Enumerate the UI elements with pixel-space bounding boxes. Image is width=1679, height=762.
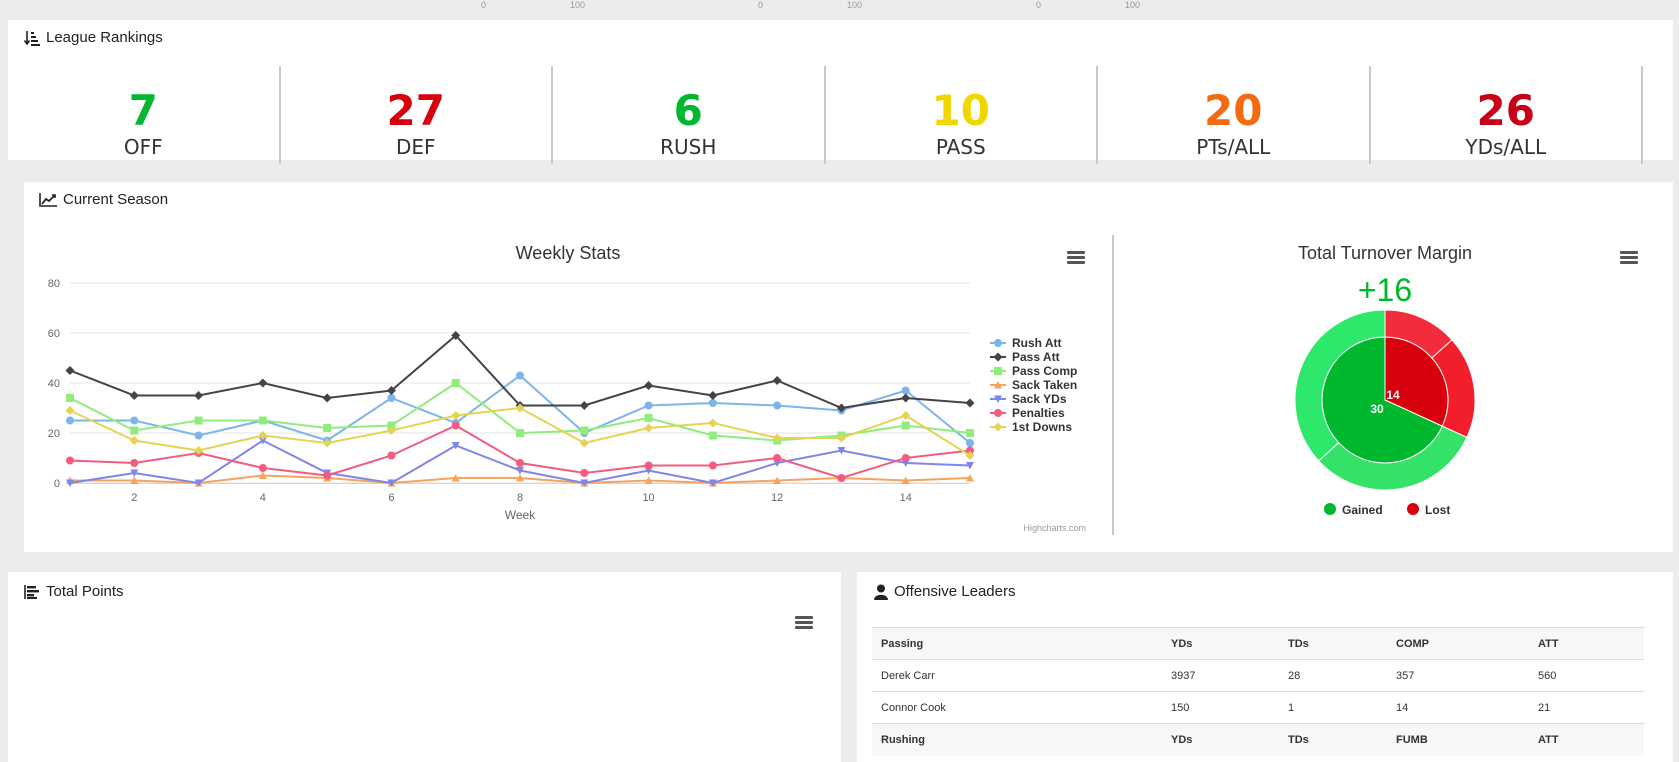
section-divider (1112, 235, 1114, 535)
rank-label: RUSH (660, 135, 717, 159)
table-cell: 357 (1387, 659, 1529, 692)
column-header: ATT (1529, 723, 1644, 756)
column-header: YDs (1162, 627, 1279, 660)
table-row: Connor Cook 150 1 14 21 (872, 691, 1644, 724)
rank-label: DEF (395, 135, 436, 159)
column-header: TDs (1279, 723, 1387, 756)
weekly-chart-menu-button[interactable] (1067, 251, 1085, 265)
current-season-panel: Current Season (24, 182, 1673, 552)
ranking-off: 7 OFF (8, 66, 281, 164)
current-season-heading: Current Season (39, 191, 168, 208)
turnover-chart-menu-button[interactable] (1620, 251, 1638, 265)
player-name: Derek Carr (872, 659, 1162, 692)
rank-value: 10 (931, 86, 990, 135)
column-header: FUMB (1387, 723, 1529, 756)
tick: 0 (481, 0, 487, 10)
tick: 100 (847, 0, 863, 10)
rank-value: 27 (386, 86, 445, 135)
tick: 0 (758, 0, 764, 10)
offensive-leaders-heading: Offensive Leaders (874, 583, 1015, 600)
tick: 100 (1125, 0, 1141, 10)
ranking-pass: 10 PASS (826, 66, 1098, 164)
ranking-yds-all: 26 YDs/ALL (1371, 66, 1643, 164)
table-header-row: Rushing YDs TDs FUMB ATT (872, 723, 1644, 756)
ranking-rush: 6 RUSH (553, 66, 826, 164)
bar-chart-icon (24, 584, 39, 599)
total-points-panel: Total Points (8, 572, 841, 762)
table-cell: 1 (1279, 691, 1387, 724)
rank-label: PTs/ALL (1196, 135, 1271, 159)
table-cell: 28 (1279, 659, 1387, 692)
table-cell: 560 (1529, 659, 1644, 692)
sort-amount-icon (24, 30, 40, 46)
rank-label: OFF (123, 135, 163, 159)
rank-value: 26 (1476, 86, 1535, 135)
rank-value: 20 (1204, 86, 1263, 135)
column-header: YDs (1162, 723, 1279, 756)
column-header: Passing (872, 627, 1162, 660)
table-cell: 14 (1387, 691, 1529, 724)
tick: 0 (1036, 0, 1042, 10)
column-header: ATT (1529, 627, 1644, 660)
panel-title: Offensive Leaders (894, 583, 1016, 600)
column-header: COMP (1387, 627, 1529, 660)
table-cell: 3937 (1162, 659, 1279, 692)
table-cell: 150 (1162, 691, 1279, 724)
table-row: Derek Carr 3937 28 357 560 (872, 659, 1644, 692)
player-name: Connor Cook (872, 691, 1162, 724)
ranking-pts-all: 20 PTs/ALL (1098, 66, 1371, 164)
ranking-def: 27 DEF (281, 66, 553, 164)
rank-value: 7 (128, 86, 158, 135)
panel-title: League Rankings (46, 29, 163, 46)
table-cell: 21 (1529, 691, 1644, 724)
table-header-row: Passing YDs TDs COMP ATT (872, 627, 1644, 660)
rank-value: 6 (673, 86, 703, 135)
rank-label: PASS (935, 135, 986, 159)
panel-title: Total Points (46, 583, 124, 600)
league-rankings-panel: League Rankings 7 OFF 27 DEF 6 RUSH 10 PASS 20 PT… (8, 20, 1673, 164)
tick: 100 (570, 0, 586, 10)
column-header: TDs (1279, 627, 1387, 660)
points-chart-menu-button[interactable] (795, 616, 813, 630)
offensive-leaders-table: Passing YDs TDs COMP ATT Derek Carr 3937… (872, 627, 1644, 756)
rank-label: YDs/ALL (1465, 135, 1547, 159)
total-points-heading: Total Points (24, 583, 124, 600)
user-icon (874, 584, 888, 600)
panel-title: Current Season (63, 191, 169, 208)
line-chart-icon (39, 192, 57, 207)
column-header: Rushing (872, 723, 1162, 756)
league-rankings-heading: League Rankings (24, 29, 163, 46)
